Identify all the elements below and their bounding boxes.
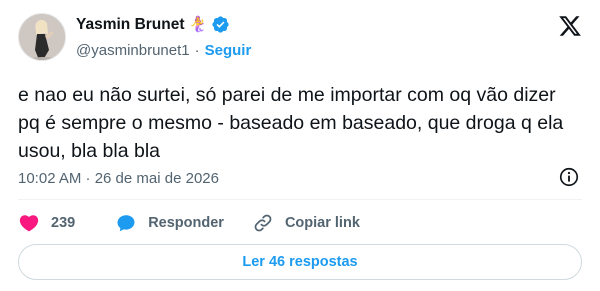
- copy-link-button[interactable]: Copiar link: [252, 212, 360, 234]
- author-name-row: Yasmin Brunet 🧜‍♀️: [76, 15, 230, 34]
- like-button[interactable]: 239: [18, 212, 115, 234]
- author-handle[interactable]: @yasminbrunet1: [76, 42, 190, 59]
- author-display-name[interactable]: Yasmin Brunet: [76, 16, 185, 34]
- reply-bubble-icon: [117, 215, 135, 232]
- mermaid-emoji-icon: 🧜‍♀️: [188, 16, 208, 33]
- x-logo-icon[interactable]: [558, 14, 582, 38]
- verified-badge-icon: [212, 16, 229, 33]
- link-icon: [254, 214, 272, 232]
- info-icon[interactable]: [558, 166, 580, 188]
- follow-button[interactable]: Seguir: [205, 42, 252, 59]
- reply-button[interactable]: Responder: [115, 212, 252, 234]
- divider: [18, 199, 582, 200]
- author-handle-row: @yasminbrunet1 · Seguir: [76, 42, 251, 59]
- avatar-image: [19, 14, 65, 60]
- heart-icon: [19, 215, 39, 232]
- read-replies-button[interactable]: Ler 46 respostas: [18, 244, 582, 280]
- like-count: 239: [51, 215, 76, 231]
- action-bar: 239 Responder Copiar link: [18, 210, 360, 236]
- handle-separator: ·: [194, 42, 200, 59]
- reply-label: Responder: [148, 215, 224, 231]
- tweet-text: e nao eu não surtei, só parei de me impo…: [18, 84, 564, 162]
- tweet-timestamp[interactable]: 10:02 AM · 26 de mai de 2026: [18, 170, 219, 187]
- avatar[interactable]: [18, 13, 66, 61]
- copy-link-label: Copiar link: [284, 215, 360, 231]
